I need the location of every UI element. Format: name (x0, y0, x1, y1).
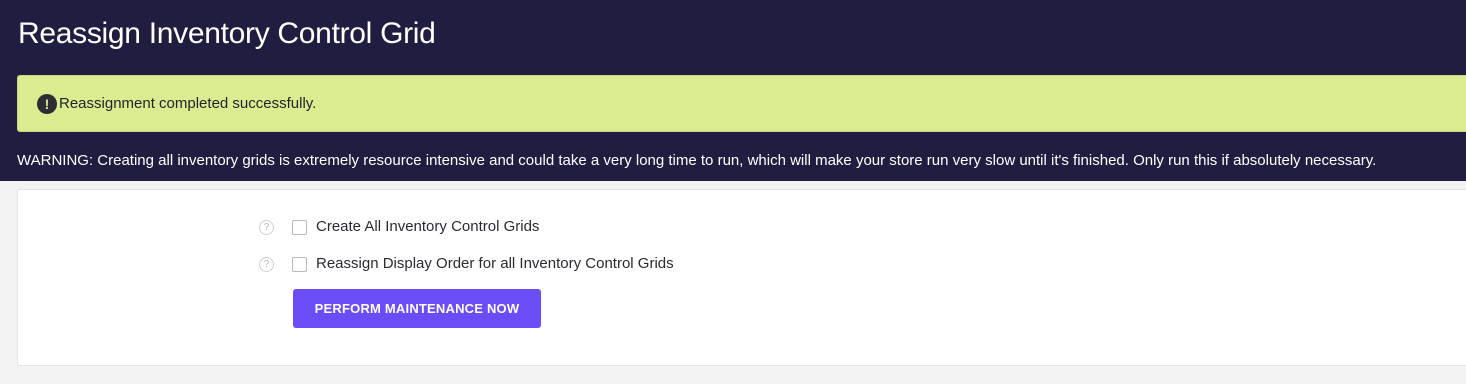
exclamation-circle-icon: ! (37, 94, 57, 114)
success-alert: ! Reassignment completed successfully. (17, 75, 1466, 132)
create-all-grids-checkbox[interactable] (292, 219, 307, 235)
question-circle-icon[interactable]: ? (259, 219, 274, 235)
reassign-display-order-checkbox[interactable] (292, 256, 307, 272)
question-circle-icon[interactable]: ? (259, 256, 274, 272)
warning-message: WARNING: Creating all inventory grids is… (17, 152, 1377, 169)
create-all-grids-label[interactable]: Create All Inventory Control Grids (316, 217, 539, 237)
maintenance-panel: ? Create All Inventory Control Grids ? R… (17, 189, 1466, 366)
reassign-display-order-label[interactable]: Reassign Display Order for all Inventory… (316, 254, 674, 274)
alert-message: Reassignment completed successfully. (59, 95, 317, 112)
option-create-all-grids: ? Create All Inventory Control Grids (259, 217, 539, 237)
page-title: Reassign Inventory Control Grid (18, 17, 436, 50)
option-reassign-display-order: ? Reassign Display Order for all Invento… (259, 254, 674, 274)
page-header: Reassign Inventory Control Grid ! Reassi… (0, 0, 1466, 181)
perform-maintenance-button[interactable]: PERFORM MAINTENANCE NOW (293, 289, 541, 328)
